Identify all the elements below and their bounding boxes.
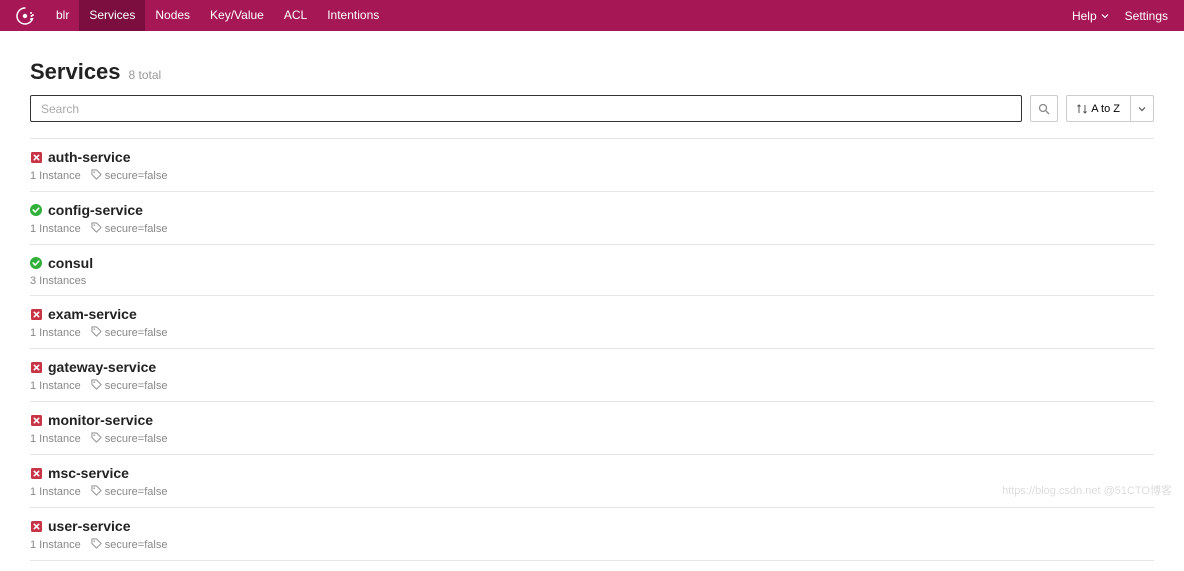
datacenter-selector[interactable]: blr — [46, 0, 79, 31]
service-name-row: monitor-service — [30, 412, 1154, 428]
sort-button[interactable]: A to Z — [1066, 95, 1131, 122]
tag-icon — [91, 326, 102, 340]
sort-dropdown-button[interactable] — [1131, 95, 1154, 122]
service-tag: secure=false — [91, 222, 168, 236]
service-name-row: msc-service — [30, 465, 1154, 481]
instance-count: 1 Instance — [30, 223, 81, 235]
search-row: A to Z — [30, 95, 1154, 122]
help-menu[interactable]: Help — [1072, 9, 1109, 23]
search-button[interactable] — [1030, 95, 1058, 122]
status-critical-icon — [30, 151, 42, 163]
page-title: Services — [30, 59, 121, 85]
service-list: auth-service1 Instancesecure=falseconfig… — [30, 138, 1154, 561]
sort-label: A to Z — [1091, 103, 1120, 115]
service-item[interactable]: exam-service 1 Instance secure=false — [30, 296, 1154, 349]
service-name: gateway-service — [48, 359, 156, 375]
service-meta: 1 Instance secure=false — [30, 169, 1154, 183]
service-name-row: gateway-service — [30, 359, 1154, 375]
instance-count: 1 Instance — [30, 539, 81, 551]
status-passing-icon — [30, 257, 42, 269]
tag-text: secure=false — [105, 380, 168, 392]
nav-nodes[interactable]: Nodes — [145, 0, 200, 31]
settings-link[interactable]: Settings — [1125, 9, 1168, 23]
header-right: Help Settings — [1072, 9, 1168, 23]
service-item[interactable]: monitor-service 1 Instance secure=false — [30, 402, 1154, 455]
service-name-row: consul — [30, 255, 1154, 271]
status-critical-icon — [30, 520, 42, 532]
watermark: https://blog.csdn.net @51CTO博客 — [1002, 482, 1172, 498]
service-item[interactable]: consul 3 Instances — [30, 245, 1154, 296]
tag-text: secure=false — [105, 223, 168, 235]
tag-icon — [91, 432, 102, 446]
chevron-down-icon — [1138, 105, 1146, 113]
service-name: exam-service — [48, 306, 137, 322]
tag-text: secure=false — [105, 486, 168, 498]
tag-text: secure=false — [105, 170, 168, 182]
sort-group: A to Z — [1066, 95, 1154, 122]
tag-text: secure=false — [105, 539, 168, 551]
instance-count: 1 Instance — [30, 380, 81, 392]
tag-icon — [91, 485, 102, 499]
service-tag: secure=false — [91, 169, 168, 183]
page-title-row: Services 8 total — [30, 59, 1154, 85]
help-label: Help — [1072, 9, 1097, 23]
status-critical-icon — [30, 361, 42, 373]
service-meta: 1 Instance secure=false — [30, 432, 1154, 446]
service-tag: secure=false — [91, 485, 168, 499]
search-icon — [1038, 103, 1050, 115]
service-meta: 3 Instances — [30, 275, 1154, 287]
service-name: monitor-service — [48, 412, 153, 428]
service-name-row: exam-service — [30, 306, 1154, 322]
service-item[interactable]: user-service 1 Instance secure=false — [30, 508, 1154, 561]
service-name-row: user-service — [30, 518, 1154, 534]
primary-nav: blr Services Nodes Key/Value ACL Intenti… — [46, 0, 389, 31]
instance-count: 1 Instance — [30, 327, 81, 339]
total-count: 8 total — [129, 68, 162, 82]
service-meta: 1 Instance secure=false — [30, 485, 1154, 499]
instance-count: 3 Instances — [30, 275, 86, 287]
nav-keyvalue[interactable]: Key/Value — [200, 0, 274, 31]
service-tag: secure=false — [91, 538, 168, 552]
service-item[interactable]: config-service 1 Instance secure=false — [30, 192, 1154, 245]
nav-acl[interactable]: ACL — [274, 0, 317, 31]
service-name: msc-service — [48, 465, 129, 481]
service-name: consul — [48, 255, 93, 271]
service-tag: secure=false — [91, 326, 168, 340]
service-tag: secure=false — [91, 432, 168, 446]
status-critical-icon — [30, 414, 42, 426]
service-name: user-service — [48, 518, 131, 534]
service-item[interactable]: msc-service 1 Instance secure=false — [30, 455, 1154, 508]
service-tag: secure=false — [91, 379, 168, 393]
status-critical-icon — [30, 308, 42, 320]
service-name: config-service — [48, 202, 143, 218]
tag-text: secure=false — [105, 433, 168, 445]
service-name-row: auth-service — [30, 149, 1154, 165]
tag-text: secure=false — [105, 327, 168, 339]
main-header: blr Services Nodes Key/Value ACL Intenti… — [0, 0, 1184, 31]
nav-services[interactable]: Services — [79, 0, 145, 31]
sort-icon — [1077, 104, 1087, 114]
instance-count: 1 Instance — [30, 486, 81, 498]
service-name: auth-service — [48, 149, 130, 165]
service-item[interactable]: gateway-service 1 Instance secure=false — [30, 349, 1154, 402]
search-input[interactable] — [30, 95, 1022, 122]
instance-count: 1 Instance — [30, 433, 81, 445]
instance-count: 1 Instance — [30, 170, 81, 182]
service-meta: 1 Instance secure=false — [30, 538, 1154, 552]
consul-logo-icon — [16, 7, 34, 25]
service-meta: 1 Instance secure=false — [30, 379, 1154, 393]
service-name-row: config-service — [30, 202, 1154, 218]
tag-icon — [91, 538, 102, 552]
status-critical-icon — [30, 467, 42, 479]
status-passing-icon — [30, 204, 42, 216]
service-meta: 1 Instance secure=false — [30, 222, 1154, 236]
tag-icon — [91, 222, 102, 236]
service-meta: 1 Instance secure=false — [30, 326, 1154, 340]
nav-intentions[interactable]: Intentions — [317, 0, 389, 31]
service-item[interactable]: auth-service 1 Instance secure=false — [30, 138, 1154, 192]
chevron-down-icon — [1101, 12, 1109, 20]
tag-icon — [91, 169, 102, 183]
tag-icon — [91, 379, 102, 393]
